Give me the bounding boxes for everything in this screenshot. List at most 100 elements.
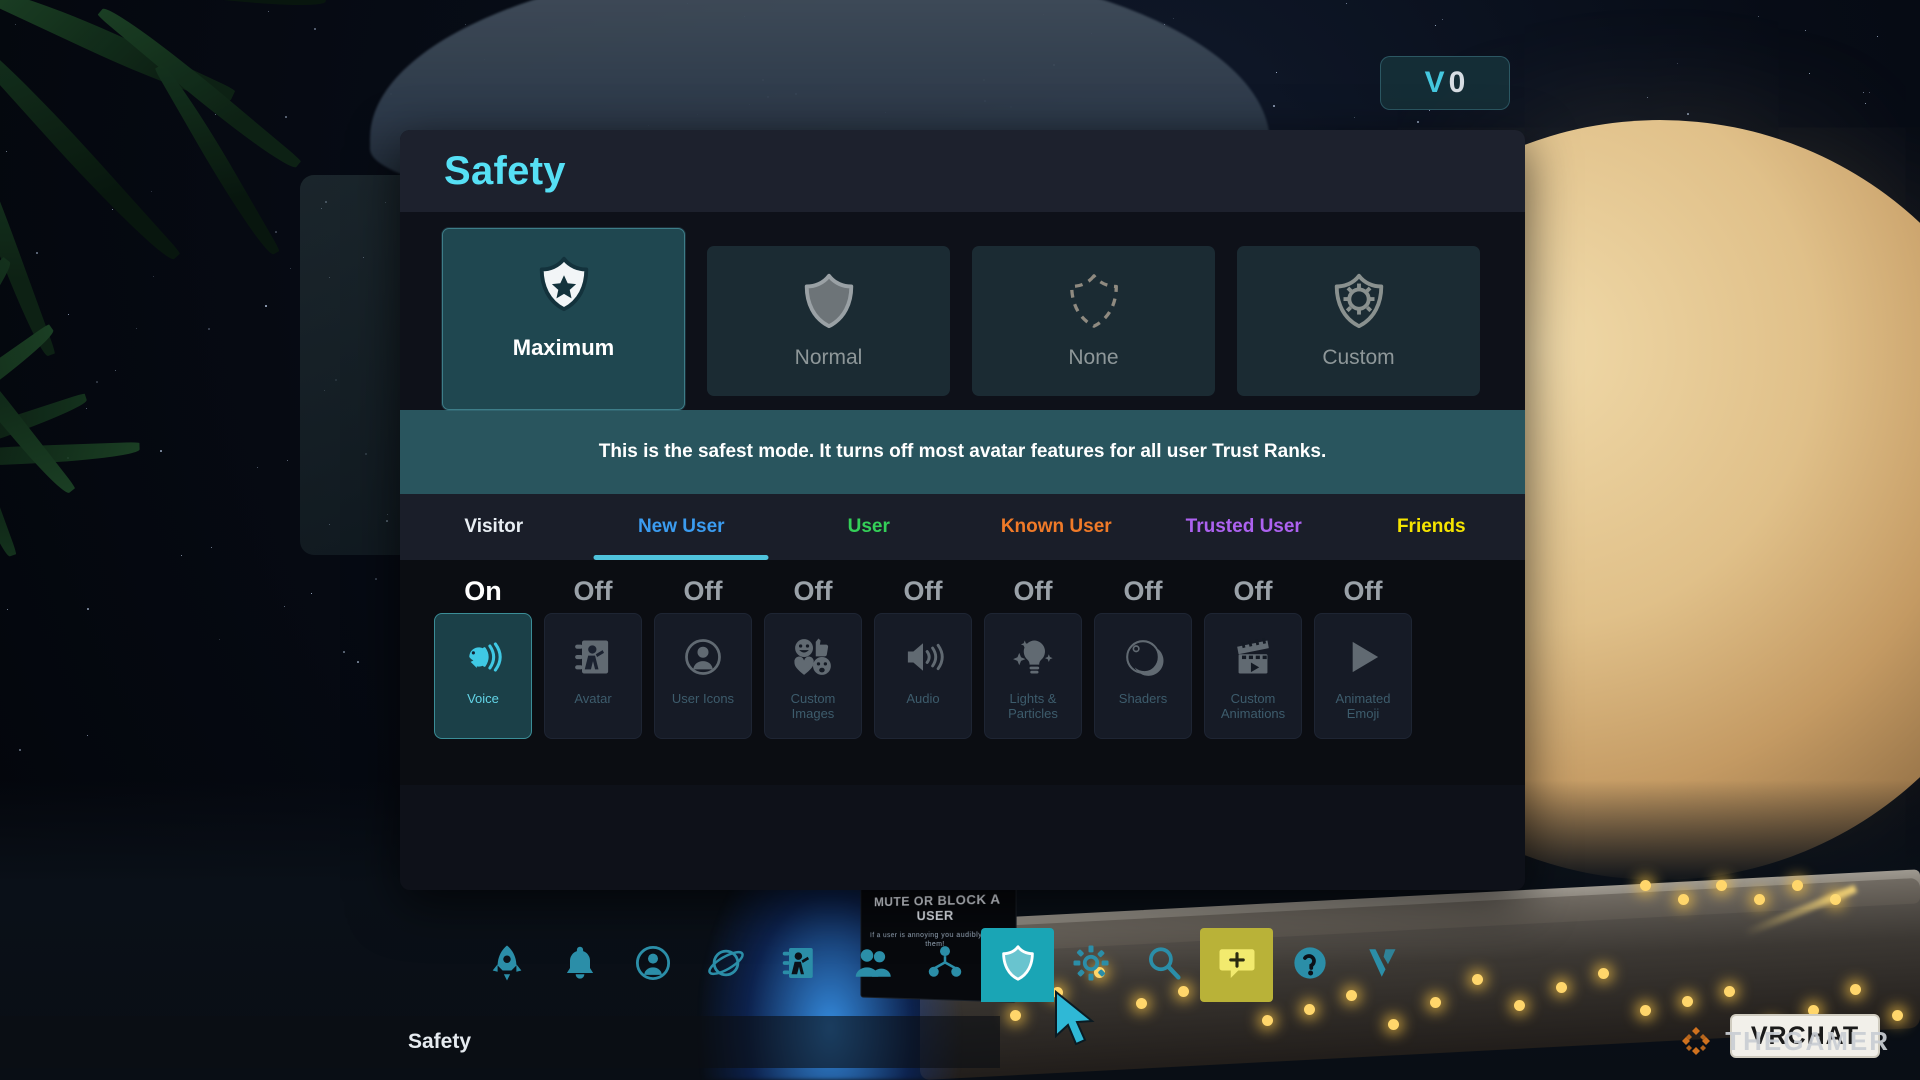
feature-toggle-lights-particles[interactable]: Lights & Particles <box>984 613 1082 739</box>
safety-mode-label: Normal <box>795 346 863 370</box>
feature-state-lights-particles: Off <box>984 576 1082 607</box>
safety-menu-panel: Safety Maximum Normal None Custom This is t… <box>400 130 1525 890</box>
quick-menu-toolbar <box>470 928 1419 1002</box>
feature-state-audio: Off <box>874 576 972 607</box>
feature-toggle-user-icons[interactable]: User Icons <box>654 613 752 739</box>
user-count-value: 0 <box>1449 68 1466 98</box>
safety-mode-selector: Maximum Normal None Custom <box>442 236 1483 410</box>
trust-tab-label: Visitor <box>464 516 523 538</box>
toolbar-help[interactable] <box>1273 928 1346 1002</box>
feature-state-shaders: Off <box>1094 576 1192 607</box>
feature-state-user-icons: Off <box>654 576 752 607</box>
watermark-text: THEGAMER <box>1725 1026 1890 1057</box>
trust-tab-trusted-user[interactable]: Trusted User <box>1150 494 1338 560</box>
safety-mode-label: Maximum <box>513 335 614 361</box>
safety-mode-custom[interactable]: Custom <box>1237 246 1480 396</box>
trust-tab-known-user[interactable]: Known User <box>963 494 1151 560</box>
toolbar-rocket[interactable] <box>470 928 543 1002</box>
mode-description-text: This is the safest mode. It turns off mo… <box>599 441 1326 463</box>
feature-toggle-label: Custom Animations <box>1205 691 1301 721</box>
toolbar-worlds[interactable] <box>689 928 762 1002</box>
groups-icon <box>925 943 965 988</box>
feature-toggle-label: Shaders <box>1116 691 1170 706</box>
vrchat-logo-icon: V <box>1425 68 1445 98</box>
mode-description: This is the safest mode. It turns off mo… <box>400 410 1525 494</box>
feature-toggle-audio[interactable]: Audio <box>874 613 972 739</box>
trust-tab-label: Known User <box>1001 516 1112 538</box>
feature-toggle-shaders[interactable]: Shaders <box>1094 613 1192 739</box>
toolbar-social[interactable] <box>835 928 908 1002</box>
feature-toggles-section: On Off Off Off Off Off Off Off Off Voice Avatar Us… <box>400 560 1525 785</box>
emoji-faces-icon <box>791 630 835 684</box>
feature-toggle-avatar[interactable]: Avatar <box>544 613 642 739</box>
feature-toggle-label: Audio <box>903 691 942 706</box>
shield-star-icon <box>533 245 595 323</box>
status-label: Safety <box>408 1030 471 1054</box>
feature-toggle-label: User Icons <box>669 691 737 706</box>
feature-toggle-label: Lights & Particles <box>985 691 1081 721</box>
toolbar-bell[interactable] <box>543 928 616 1002</box>
toolbar-vrchat[interactable] <box>1346 928 1419 1002</box>
page-title: Safety <box>444 149 566 194</box>
settings-icon <box>1071 943 1111 988</box>
thegamer-watermark: THEGAMER <box>1679 1024 1890 1058</box>
feature-toggle-list: Voice Avatar User Icons Custom Images Audio L… <box>434 613 1491 739</box>
help-icon <box>1290 943 1330 988</box>
trust-tab-active-indicator <box>594 555 769 560</box>
rocket-icon <box>487 943 527 988</box>
trust-tab-visitor[interactable]: Visitor <box>400 494 588 560</box>
user-icon <box>681 630 725 684</box>
clapperboard-icon <box>1231 630 1275 684</box>
panel-header: Safety <box>400 130 1525 212</box>
shield-filled-icon <box>798 262 860 340</box>
trust-tab-friends[interactable]: Friends <box>1338 494 1526 560</box>
toolbar-safety[interactable] <box>981 928 1054 1002</box>
toolbar-feedback[interactable] <box>1200 928 1273 1002</box>
feature-state-voice: On <box>434 576 532 607</box>
feature-toggle-animated-emoji[interactable]: Animated Emoji <box>1314 613 1412 739</box>
toolbar-groups[interactable] <box>908 928 981 1002</box>
social-icon <box>852 943 892 988</box>
feature-toggle-label: Custom Images <box>765 691 861 721</box>
safety-mode-normal[interactable]: Normal <box>707 246 950 396</box>
safety-mode-label: Custom <box>1322 346 1394 370</box>
toolbar-search[interactable] <box>1127 928 1200 1002</box>
safety-mode-none[interactable]: None <box>972 246 1215 396</box>
feature-toggle-label: Voice <box>464 691 502 706</box>
user-count-badge[interactable]: V 0 <box>1380 56 1510 110</box>
worlds-icon <box>706 943 746 988</box>
feature-toggle-voice[interactable]: Voice <box>434 613 532 739</box>
vrchat-icon <box>1363 943 1403 988</box>
search-icon <box>1144 943 1184 988</box>
trust-tab-user[interactable]: User <box>775 494 963 560</box>
profile-icon <box>633 943 673 988</box>
feature-state-custom-images: Off <box>764 576 862 607</box>
trust-tab-label: Friends <box>1397 516 1466 538</box>
play-icon <box>1341 630 1385 684</box>
feature-toggle-custom-animations[interactable]: Custom Animations <box>1204 613 1302 739</box>
trust-tab-label: Trusted User <box>1186 516 1302 538</box>
safety-icon <box>998 943 1038 988</box>
trust-tab-label: New User <box>638 516 725 538</box>
speaker-icon <box>901 630 945 684</box>
feedback-icon <box>1217 943 1257 988</box>
trust-rank-tabs: Visitor New User User Known User Trusted Use… <box>400 494 1525 560</box>
trust-tab-label: User <box>848 516 890 538</box>
trust-tab-new-user[interactable]: New User <box>588 494 776 560</box>
toolbar-avatars[interactable] <box>762 928 835 1002</box>
thegamer-logo-icon <box>1679 1024 1713 1058</box>
feature-state-avatar: Off <box>544 576 642 607</box>
safety-mode-maximum[interactable]: Maximum <box>442 228 685 410</box>
feature-toggle-custom-images[interactable]: Custom Images <box>764 613 862 739</box>
poster-title-line1: MUTE OR BLOCK <box>874 892 987 910</box>
avatars-icon <box>779 943 819 988</box>
feature-state-animated-emoji: Off <box>1314 576 1412 607</box>
bell-icon <box>560 943 600 988</box>
feature-toggle-label: Animated Emoji <box>1315 691 1411 721</box>
feature-toggle-label: Avatar <box>571 691 614 706</box>
safety-mode-label: None <box>1068 346 1118 370</box>
toolbar-profile[interactable] <box>616 928 689 1002</box>
mouse-cursor <box>1052 990 1098 1050</box>
shield-dashed-icon <box>1063 262 1125 340</box>
shield-gear-icon <box>1328 262 1390 340</box>
